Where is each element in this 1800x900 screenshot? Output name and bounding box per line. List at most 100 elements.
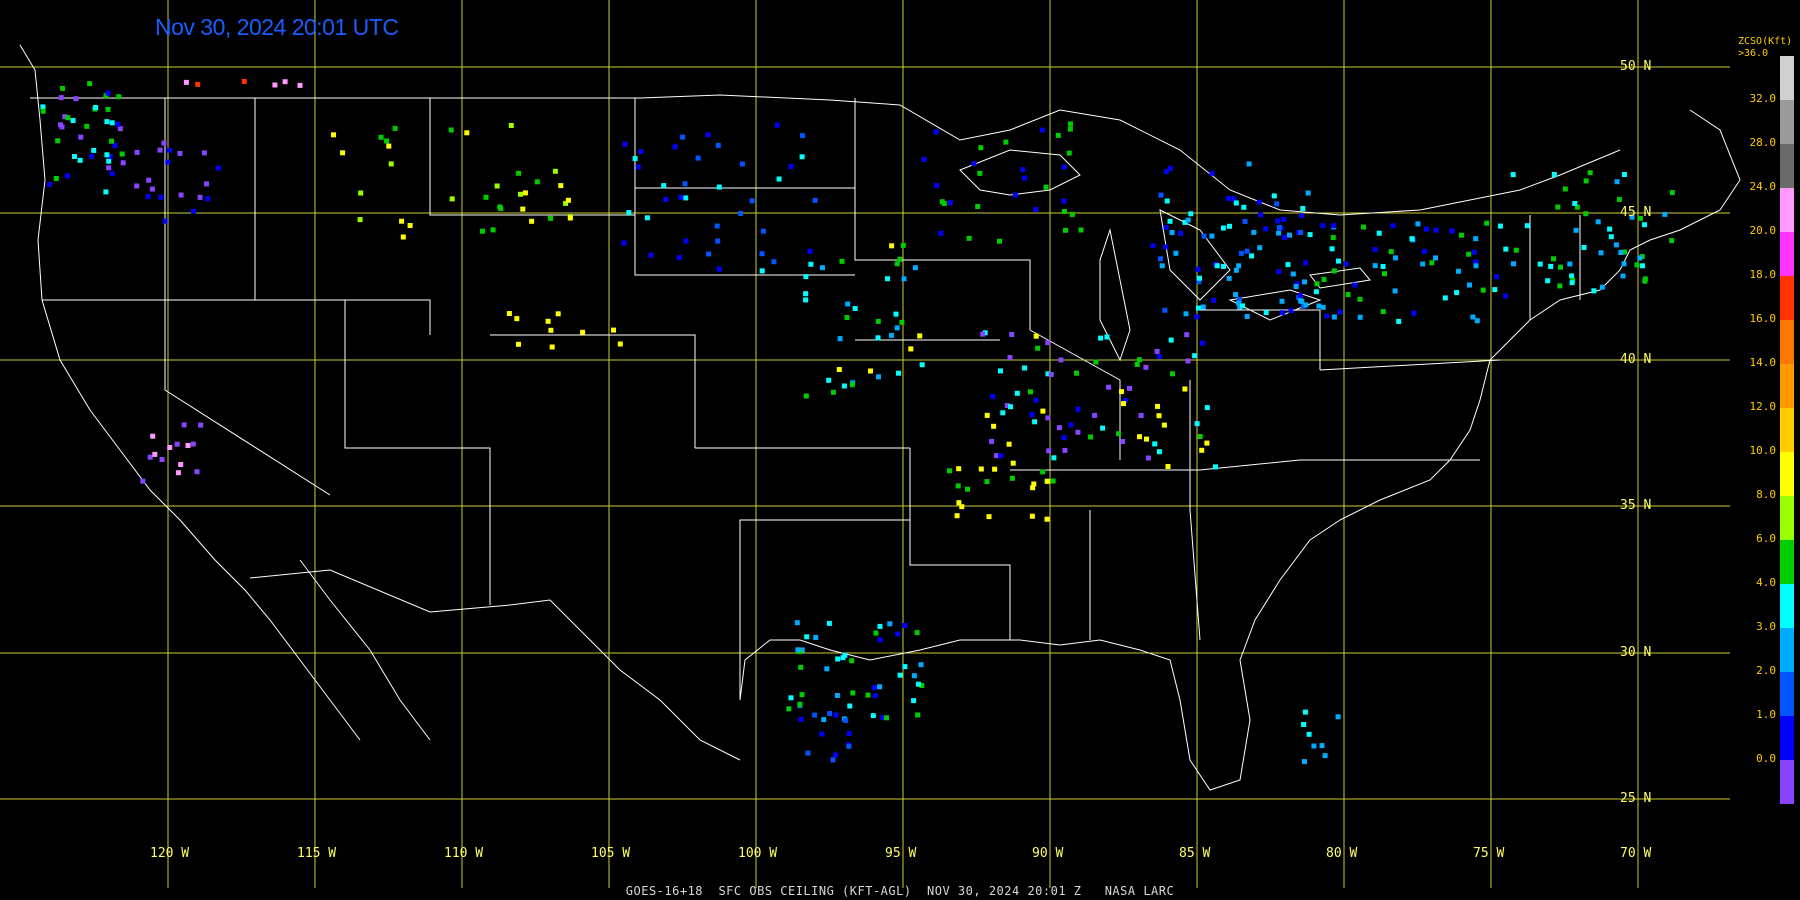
observation-point	[516, 170, 522, 176]
observation-point	[774, 122, 780, 128]
observation-point	[1352, 282, 1358, 288]
observation-point	[104, 152, 110, 158]
observation-point	[555, 311, 561, 317]
observation-point	[1599, 284, 1605, 290]
observation-point	[1093, 359, 1099, 365]
observation-point	[1572, 201, 1578, 206]
observation-point	[1156, 354, 1162, 360]
observation-point	[1598, 250, 1604, 256]
observation-point	[915, 712, 921, 718]
observation-point	[1555, 204, 1561, 210]
observation-point	[1361, 224, 1366, 230]
observation-point	[508, 123, 514, 128]
observation-point	[1640, 263, 1645, 269]
legend-swatch	[1780, 628, 1794, 672]
observation-point	[185, 443, 191, 448]
observation-point	[1314, 281, 1320, 287]
observation-point	[1322, 753, 1328, 759]
observation-point	[1307, 232, 1313, 238]
observation-point	[1056, 425, 1062, 431]
observation-point	[1021, 175, 1027, 181]
observation-point	[1329, 246, 1335, 252]
observation-point	[134, 149, 140, 155]
observation-point	[77, 157, 83, 163]
legend-tick-label: 32.0	[1749, 92, 1777, 105]
observation-point	[1069, 211, 1075, 217]
observation-point	[1032, 419, 1038, 425]
observation-point	[109, 171, 115, 177]
observation-point	[989, 438, 995, 444]
observation-point	[1033, 333, 1039, 339]
observation-point	[1075, 429, 1081, 435]
observation-point	[1167, 218, 1173, 224]
observation-point	[178, 192, 184, 198]
observation-point	[1503, 246, 1509, 252]
observation-point	[807, 248, 813, 254]
longitude-label: 75 W	[1473, 846, 1505, 861]
observation-point	[1238, 250, 1244, 256]
observation-point	[1409, 236, 1415, 242]
observation-point	[1287, 232, 1292, 238]
observation-point	[1150, 243, 1156, 249]
observation-point	[1040, 408, 1046, 414]
observation-point	[1154, 348, 1160, 354]
observation-point	[178, 462, 184, 467]
observation-point	[93, 105, 99, 110]
observation-point	[714, 223, 720, 229]
observation-point	[1281, 216, 1287, 222]
observation-point	[1276, 269, 1282, 275]
legend-swatch	[1780, 100, 1794, 144]
coastline-baja	[299, 559, 431, 741]
observation-point	[1319, 743, 1325, 749]
observation-point	[844, 315, 850, 320]
observation-point	[165, 159, 171, 165]
observation-point	[1511, 261, 1516, 267]
observation-point	[1213, 464, 1218, 470]
observation-point	[1306, 731, 1312, 737]
observation-point	[55, 138, 61, 144]
observation-point	[1061, 209, 1067, 214]
observation-point	[195, 81, 201, 87]
observation-point	[865, 692, 871, 698]
observation-point	[1063, 227, 1068, 233]
observation-point	[272, 82, 278, 88]
observation-point	[104, 119, 110, 125]
observation-point	[820, 265, 825, 271]
observation-point	[965, 486, 970, 492]
observation-point	[1183, 311, 1189, 317]
observation-point	[877, 637, 883, 643]
observation-point	[175, 470, 181, 476]
observation-point	[1009, 332, 1015, 337]
observation-point	[1433, 227, 1439, 233]
observation-point	[1240, 303, 1245, 309]
observation-point	[1449, 228, 1455, 234]
observation-point	[1587, 170, 1593, 176]
observation-point	[1537, 261, 1543, 267]
observation-point	[1078, 227, 1084, 233]
longitude-label: 120 W	[150, 846, 190, 861]
observation-point	[1388, 249, 1394, 255]
observation-point	[1669, 238, 1675, 244]
observation-point	[800, 133, 805, 139]
legend-swatch	[1780, 716, 1794, 760]
observation-point	[183, 79, 189, 85]
observation-point	[833, 752, 839, 758]
observation-point	[827, 711, 833, 716]
observation-point	[1390, 223, 1396, 229]
observation-point	[1227, 223, 1232, 229]
observation-point	[912, 265, 918, 271]
observation-point	[158, 194, 164, 200]
footer-caption: GOES-16+18 SFC OBS CEILING (KFT-AGL) NOV…	[625, 884, 1175, 898]
observation-point	[837, 336, 843, 342]
observation-point	[340, 150, 346, 156]
observation-point	[1497, 223, 1503, 229]
observation-point	[900, 242, 906, 248]
observation-point	[805, 750, 811, 756]
legend-tick-label: 28.0	[1749, 136, 1777, 149]
observation-point	[216, 165, 221, 171]
observation-point	[1061, 164, 1067, 170]
observation-point	[1551, 172, 1557, 177]
observation-point	[1311, 743, 1317, 749]
observation-point	[739, 161, 745, 167]
observation-point	[181, 422, 187, 428]
